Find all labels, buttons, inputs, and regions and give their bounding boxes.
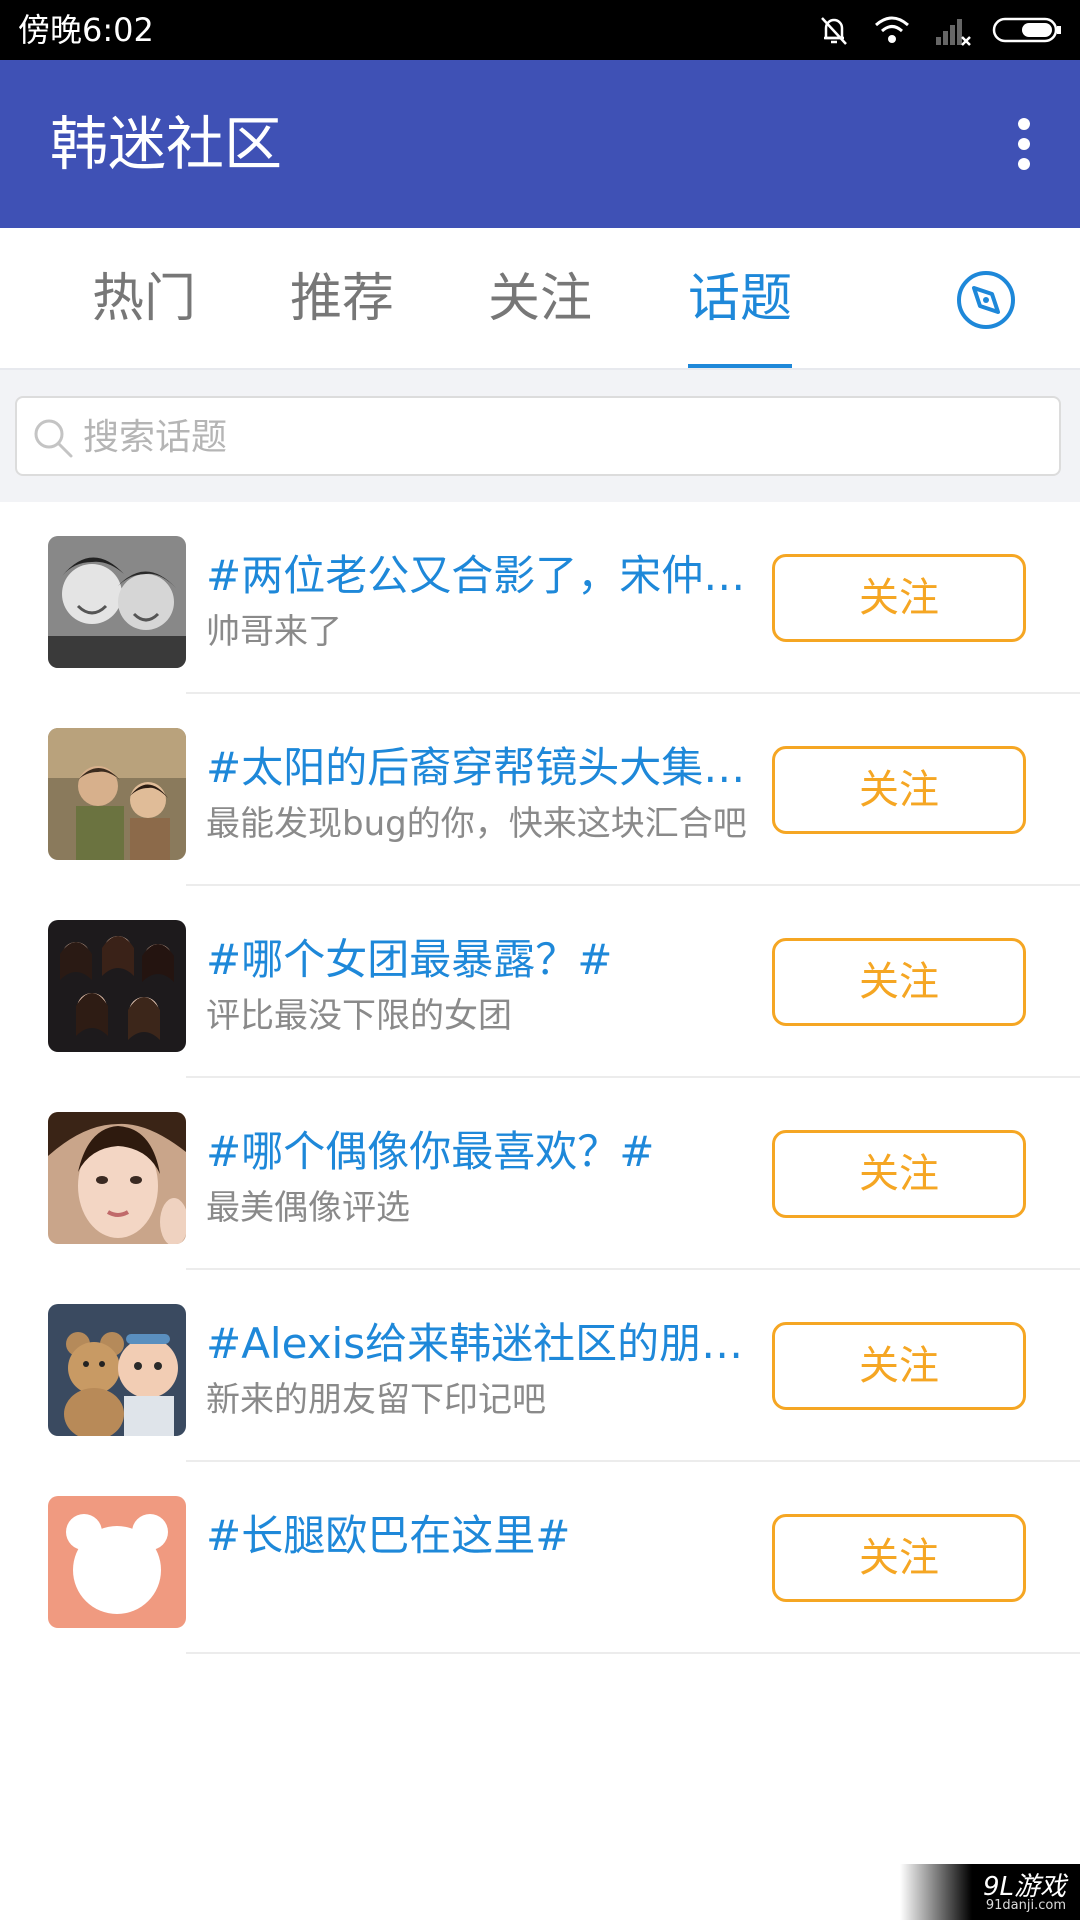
topic-subtitle: 最能发现bug的你，快来这块汇合吧 (206, 804, 747, 844)
search-box[interactable] (15, 396, 1061, 476)
tab-topics[interactable]: 话题 (670, 264, 810, 334)
topic-avatar-image (48, 920, 186, 1052)
tab-bar: 热门 推荐 关注 话题 (0, 228, 1080, 370)
topic-subtitle: 最美偶像评选 (206, 1188, 410, 1228)
follow-button[interactable]: 关注 (772, 554, 1026, 642)
tab-recommend[interactable]: 推荐 (272, 264, 412, 334)
topic-row[interactable]: #太阳的后裔穿帮镜头大集合# 最能发现bug的你，快来这块汇合吧 关注 (0, 694, 1080, 886)
mute-bell-icon (821, 17, 847, 45)
topic-title: #两位老公又合影了，宋仲基朴宝剑# (206, 551, 756, 600)
topic-row[interactable]: #哪个女团最暴露？# 评比最没下限的女团 关注 (0, 886, 1080, 1078)
follow-button[interactable]: 关注 (772, 938, 1026, 1026)
more-options-icon[interactable] (994, 114, 1054, 174)
search-area (0, 370, 1080, 502)
topic-subtitle: 帅哥来了 (206, 612, 342, 652)
wifi-icon (875, 16, 909, 43)
compass-icon[interactable] (956, 270, 1016, 330)
topic-row[interactable]: #两位老公又合影了，宋仲基朴宝剑# 帅哥来了 关注 (0, 502, 1080, 694)
battery-icon (992, 17, 1061, 43)
active-tab-indicator (688, 364, 792, 368)
divider (186, 1652, 1080, 1654)
topic-row[interactable]: #Alexis给来韩迷社区的朋友留言# 新来的朋友留下印记吧 关注 (0, 1270, 1080, 1462)
follow-button[interactable]: 关注 (772, 1514, 1026, 1602)
watermark: 9L游戏 91danji.com (900, 1864, 1080, 1920)
tab-hot[interactable]: 热门 (74, 264, 214, 334)
watermark-site: 91danji.com (985, 1898, 1066, 1913)
topic-row[interactable]: #哪个偶像你最喜欢？# 最美偶像评选 关注 (0, 1078, 1080, 1270)
topic-avatar-image (48, 536, 186, 668)
status-icons (816, 10, 1064, 50)
topic-title: #哪个女团最暴露？# (206, 935, 613, 984)
follow-button[interactable]: 关注 (772, 1322, 1026, 1410)
topic-title: #长腿欧巴在这里# (206, 1511, 571, 1560)
app-bar: 韩迷社区 (0, 60, 1080, 228)
bear-icon (48, 1496, 186, 1628)
tab-following[interactable]: 关注 (470, 264, 610, 334)
topic-avatar-image (48, 1304, 186, 1436)
app-title: 韩迷社区 (50, 110, 283, 178)
topic-subtitle: 新来的朋友留下印记吧 (206, 1380, 546, 1420)
status-time: 傍晚6:02 (18, 11, 154, 49)
topic-title: #哪个偶像你最喜欢？# (206, 1127, 655, 1176)
topic-row[interactable]: #长腿欧巴在这里# 关注 (0, 1462, 1080, 1654)
search-input[interactable] (81, 408, 1045, 466)
topic-avatar-image (48, 1112, 186, 1244)
topic-subtitle: 评比最没下限的女团 (206, 996, 512, 1036)
search-icon (34, 419, 73, 458)
topic-title: #Alexis给来韩迷社区的朋友留言# (206, 1319, 756, 1368)
follow-button[interactable]: 关注 (772, 1130, 1026, 1218)
topic-title: #太阳的后裔穿帮镜头大集合# (206, 743, 756, 792)
signal-icon (936, 19, 971, 46)
follow-button[interactable]: 关注 (772, 746, 1026, 834)
status-bar: 傍晚6:02 (0, 0, 1080, 60)
topic-avatar-image (48, 728, 186, 860)
topic-list: #两位老公又合影了，宋仲基朴宝剑# 帅哥来了 关注 #太阳的后裔穿帮镜头大集合#… (0, 502, 1080, 1654)
